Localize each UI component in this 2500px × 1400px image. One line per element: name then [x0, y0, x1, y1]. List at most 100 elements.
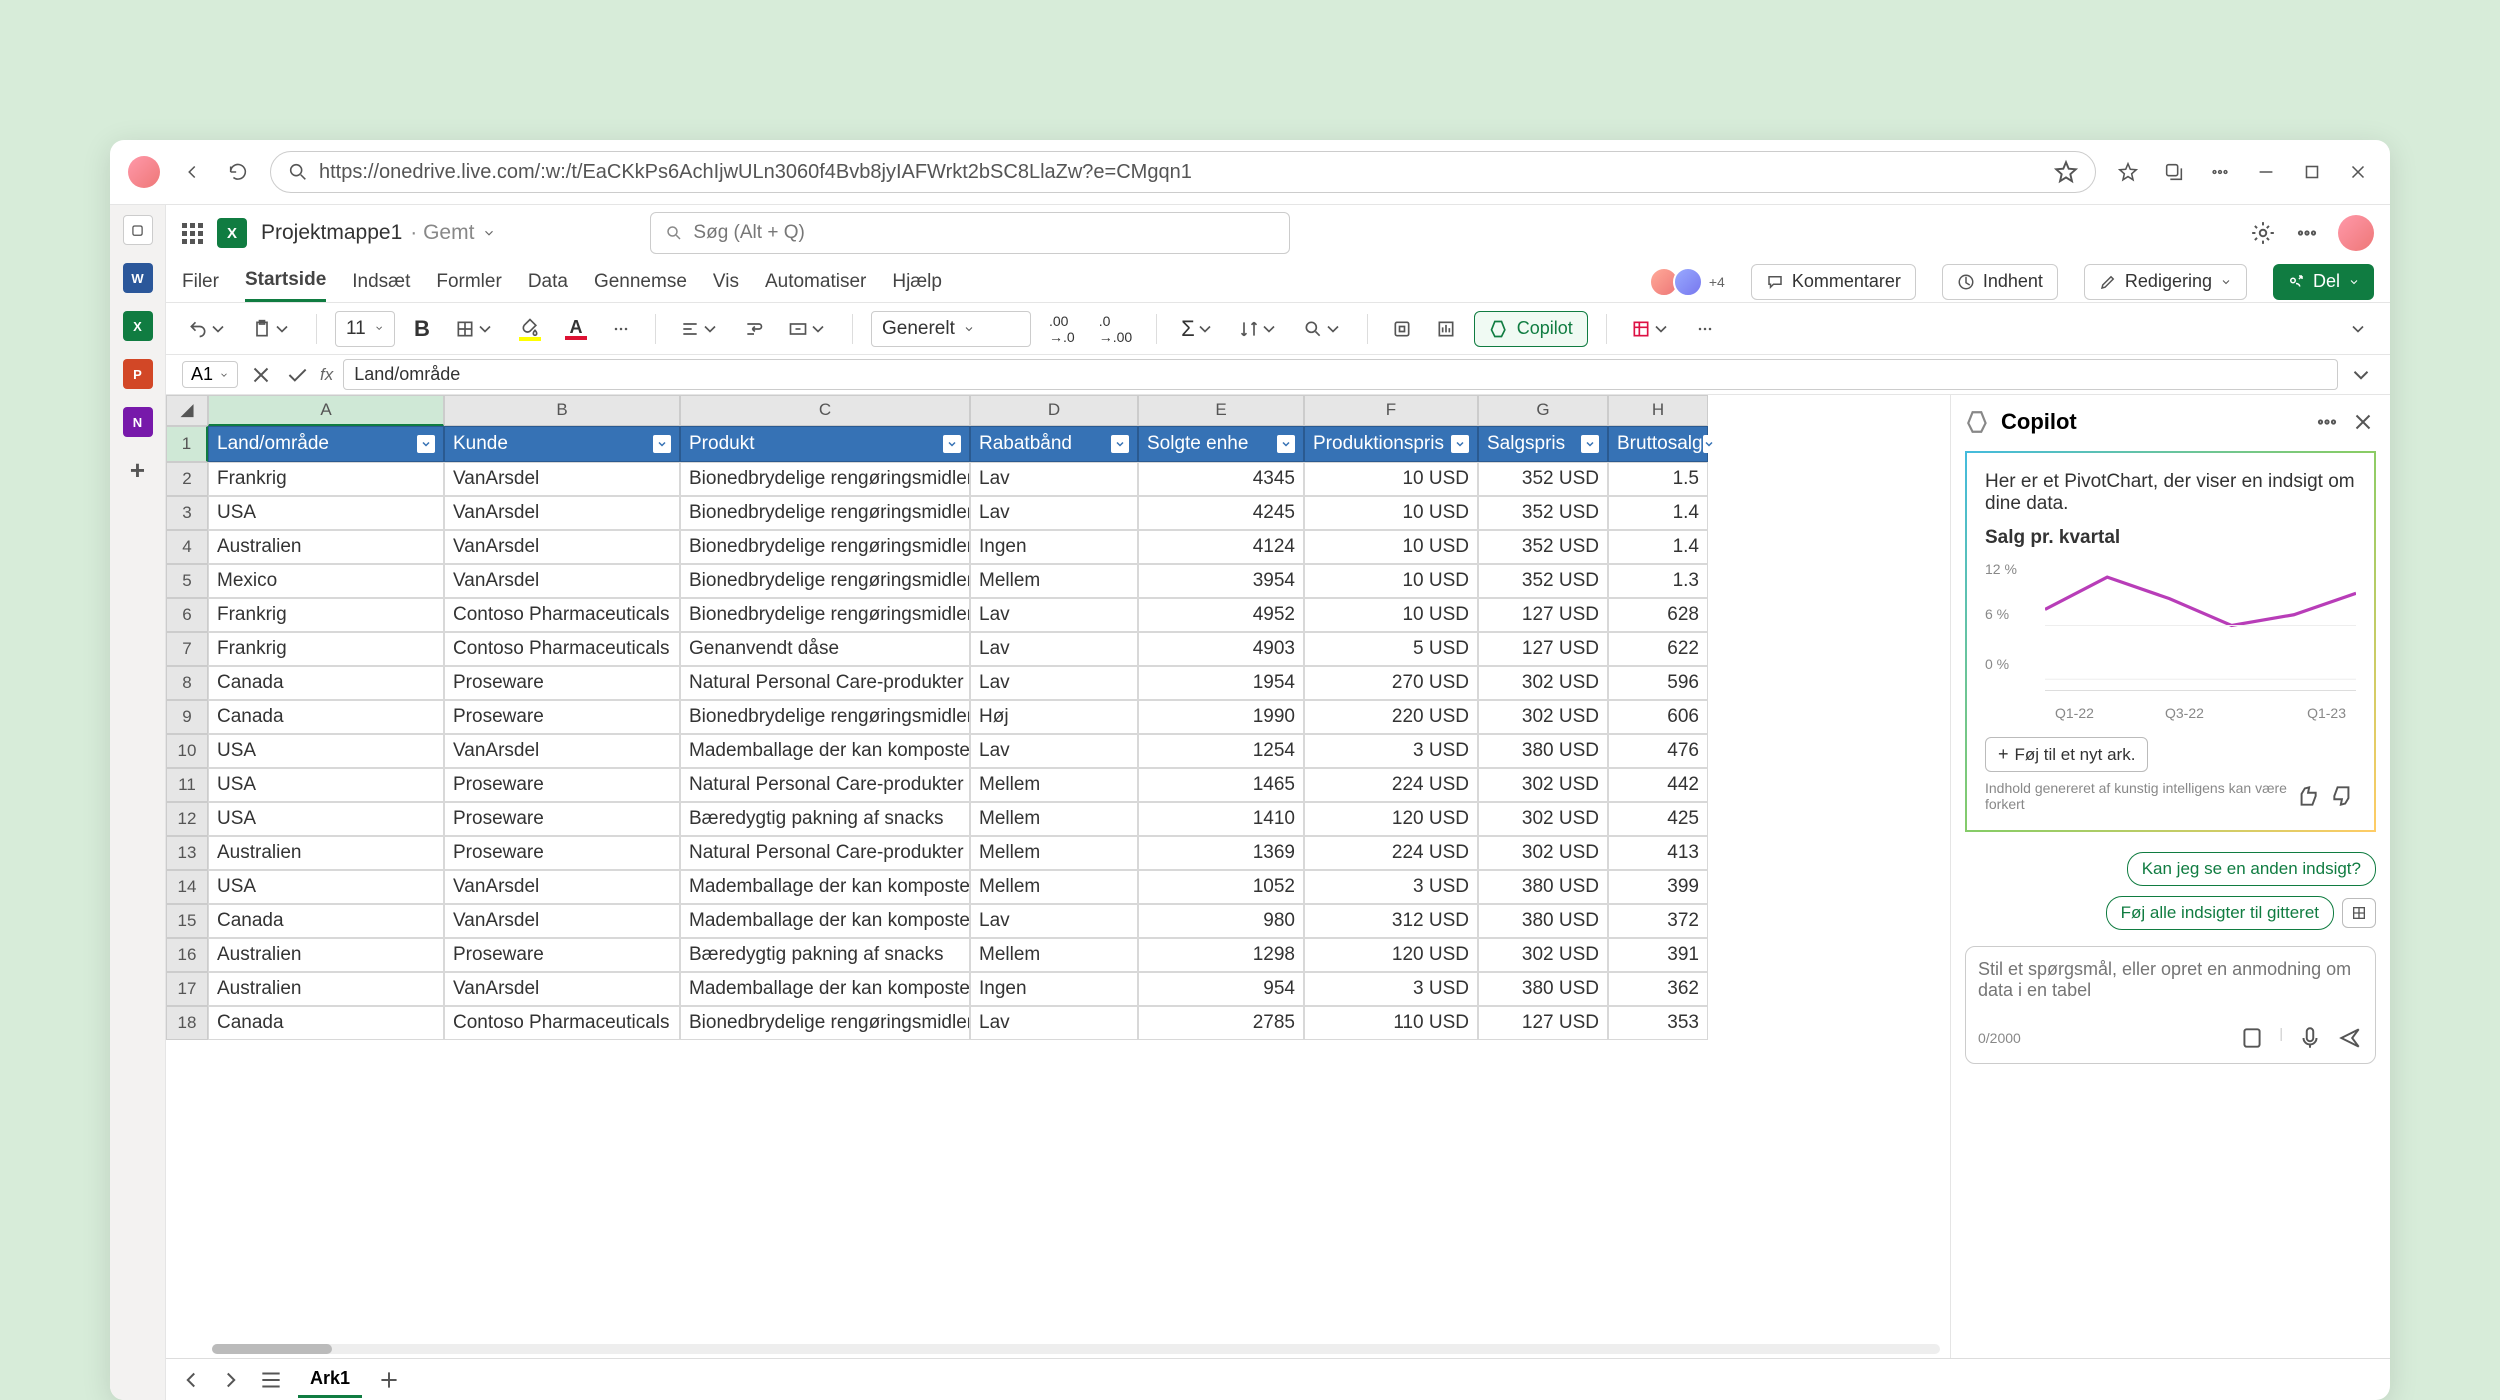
more-font-icon[interactable] — [605, 312, 637, 346]
grid-icon-button[interactable] — [2342, 898, 2376, 928]
document-title[interactable]: Projektmappe1 · Gemt — [261, 221, 496, 245]
table-cell[interactable]: 302 USD — [1478, 666, 1608, 700]
table-cell[interactable]: 1.5 — [1608, 462, 1708, 496]
row-header[interactable]: 2 — [166, 462, 208, 496]
row-header[interactable]: 8 — [166, 666, 208, 700]
row-header[interactable]: 14 — [166, 870, 208, 904]
table-header-cell[interactable]: Kunde — [444, 426, 680, 462]
minimize-icon[interactable] — [2252, 158, 2280, 186]
table-cell[interactable]: 622 — [1608, 632, 1708, 666]
copilot-input-box[interactable]: 0/2000 | — [1965, 946, 2376, 1064]
table-header-cell[interactable]: Produktionspris — [1304, 426, 1478, 462]
table-cell[interactable]: 302 USD — [1478, 938, 1608, 972]
table-header-cell[interactable]: Solgte enhe — [1138, 426, 1304, 462]
col-header[interactable]: G — [1478, 395, 1608, 426]
table-cell[interactable]: 954 — [1138, 972, 1304, 1006]
table-header-cell[interactable]: Salgspris — [1478, 426, 1608, 462]
formula-input[interactable]: Land/område — [343, 359, 2338, 390]
table-cell[interactable]: VanArsdel — [444, 564, 680, 598]
table-cell[interactable]: 442 — [1608, 768, 1708, 802]
cancel-formula-icon[interactable] — [248, 362, 274, 388]
tab-filer[interactable]: Filer — [182, 263, 219, 301]
find-button[interactable] — [1297, 312, 1349, 346]
font-size-input[interactable]: 11 — [335, 311, 395, 347]
table-cell[interactable]: Proseware — [444, 836, 680, 870]
table-cell[interactable]: 1410 — [1138, 802, 1304, 836]
row-header[interactable]: 13 — [166, 836, 208, 870]
table-cell[interactable]: 10 USD — [1304, 598, 1478, 632]
table-cell[interactable]: Mademballage der kan komposter — [680, 870, 970, 904]
table-cell[interactable]: Frankrig — [208, 632, 444, 666]
table-cell[interactable]: VanArsdel — [444, 904, 680, 938]
table-cell[interactable]: 1254 — [1138, 734, 1304, 768]
row-header[interactable]: 3 — [166, 496, 208, 530]
filter-dropdown-icon[interactable] — [1451, 435, 1469, 453]
table-cell[interactable]: Canada — [208, 700, 444, 734]
table-cell[interactable]: 628 — [1608, 598, 1708, 632]
table-cell[interactable]: 302 USD — [1478, 836, 1608, 870]
tab-hjaelp[interactable]: Hjælp — [892, 263, 942, 301]
settings-icon[interactable] — [2250, 220, 2276, 246]
decrease-decimal-button[interactable]: .00→.0 — [1043, 312, 1081, 346]
analyze-button[interactable] — [1430, 312, 1462, 346]
table-cell[interactable]: Natural Personal Care-produkter — [680, 666, 970, 700]
table-cell[interactable]: Mellem — [970, 768, 1138, 802]
table-header-cell[interactable]: Land/område — [208, 426, 444, 462]
table-cell[interactable]: 10 USD — [1304, 462, 1478, 496]
user-avatar[interactable] — [2338, 215, 2374, 251]
address-bar[interactable]: https://onedrive.live.com/:w:/t/EaCKkPs6… — [270, 151, 2096, 193]
table-cell[interactable]: Bionedbrydelige rengøringsmidler — [680, 462, 970, 496]
favorites-icon[interactable] — [2114, 158, 2142, 186]
select-all-corner[interactable]: ◢ — [166, 395, 208, 426]
table-cell[interactable]: VanArsdel — [444, 462, 680, 496]
table-cell[interactable]: 399 — [1608, 870, 1708, 904]
rail-onenote-icon[interactable]: N — [123, 407, 153, 437]
table-cell[interactable]: Contoso Pharmaceuticals — [444, 632, 680, 666]
sort-button[interactable] — [1233, 312, 1285, 346]
table-cell[interactable]: 4245 — [1138, 496, 1304, 530]
table-cell[interactable]: VanArsdel — [444, 530, 680, 564]
row-header[interactable]: 17 — [166, 972, 208, 1006]
col-header[interactable]: D — [970, 395, 1138, 426]
table-cell[interactable]: 127 USD — [1478, 1006, 1608, 1040]
col-header[interactable]: E — [1138, 395, 1304, 426]
table-cell[interactable]: 220 USD — [1304, 700, 1478, 734]
fx-icon[interactable]: fx — [320, 365, 333, 385]
back-icon[interactable] — [178, 158, 206, 186]
table-cell[interactable]: 1052 — [1138, 870, 1304, 904]
table-cell[interactable]: 2785 — [1138, 1006, 1304, 1040]
wrap-text-button[interactable] — [738, 312, 770, 346]
table-cell[interactable]: 4124 — [1138, 530, 1304, 564]
table-cell[interactable]: 10 USD — [1304, 564, 1478, 598]
suggestion-another-insight[interactable]: Kan jeg se en anden indsigt? — [2127, 852, 2376, 886]
sheet-next-icon[interactable] — [218, 1367, 244, 1393]
spreadsheet-grid[interactable]: ◢ABCDEFGH1Land/områdeKundeProduktRabatbå… — [166, 395, 1950, 1040]
row-header[interactable]: 10 — [166, 734, 208, 768]
presence-avatars[interactable]: +4 — [1655, 267, 1725, 297]
comments-button[interactable]: Kommentarer — [1751, 264, 1916, 300]
table-cell[interactable]: Bionedbrydelige rengøringsmidler — [680, 598, 970, 632]
table-cell[interactable]: Mellem — [970, 802, 1138, 836]
table-cell[interactable]: Bæredygtig pakning af snacks — [680, 938, 970, 972]
table-cell[interactable]: 110 USD — [1304, 1006, 1478, 1040]
filter-dropdown-icon[interactable] — [1111, 435, 1129, 453]
undo-button[interactable] — [182, 312, 234, 346]
table-cell[interactable]: 127 USD — [1478, 632, 1608, 666]
fill-color-button[interactable] — [513, 312, 547, 346]
table-cell[interactable]: Australien — [208, 836, 444, 870]
table-cell[interactable]: 413 — [1608, 836, 1708, 870]
table-cell[interactable]: 380 USD — [1478, 972, 1608, 1006]
table-cell[interactable]: 224 USD — [1304, 768, 1478, 802]
copilot-more-icon[interactable] — [2314, 409, 2340, 435]
copilot-textarea[interactable] — [1978, 959, 2363, 1015]
table-cell[interactable]: USA — [208, 734, 444, 768]
tab-indsaet[interactable]: Indsæt — [352, 263, 410, 301]
editing-mode-button[interactable]: Redigering — [2084, 264, 2247, 300]
table-cell[interactable]: Bionedbrydelige rengøringsmidler — [680, 1006, 970, 1040]
table-cell[interactable]: Lav — [970, 666, 1138, 700]
table-cell[interactable]: Lav — [970, 496, 1138, 530]
table-cell[interactable]: 425 — [1608, 802, 1708, 836]
table-cell[interactable]: 3 USD — [1304, 972, 1478, 1006]
table-cell[interactable]: Lav — [970, 1006, 1138, 1040]
tab-formler[interactable]: Formler — [436, 263, 501, 301]
